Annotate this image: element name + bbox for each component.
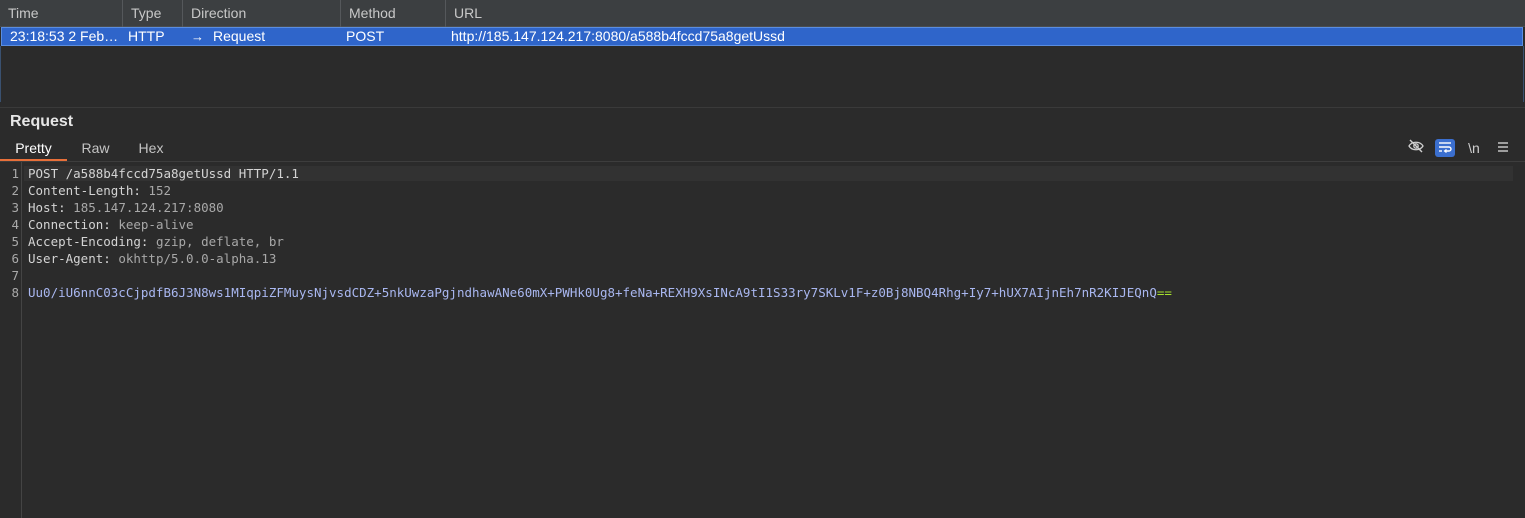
column-header-direction[interactable]: Direction: [183, 0, 341, 27]
column-header-time[interactable]: Time: [0, 0, 123, 27]
header-name: Connection:: [28, 217, 111, 232]
header-name: Content-Length:: [28, 183, 141, 198]
line-number: 4: [11, 217, 19, 232]
history-table: Time Type Direction Method URL 23:18:53 …: [0, 0, 1525, 103]
header-line: Content-Length: 152: [28, 183, 171, 198]
header-value: okhttp/5.0.0-alpha.13: [118, 251, 277, 266]
header-value: 152: [148, 183, 171, 198]
arrow-right-icon: →: [191, 29, 204, 44]
header-line: User-Agent: okhttp/5.0.0-alpha.13: [28, 251, 276, 266]
newline-toggle-button[interactable]: \n: [1464, 139, 1484, 157]
eye-off-icon[interactable]: [1406, 139, 1426, 157]
hamburger-menu-icon[interactable]: [1493, 139, 1513, 157]
tab-pretty[interactable]: Pretty: [0, 137, 67, 161]
header-name: Host:: [28, 200, 66, 215]
line-number: 7: [11, 268, 19, 283]
panel-splitter[interactable]: [0, 102, 1525, 108]
tab-hex[interactable]: Hex: [124, 137, 178, 161]
header-name: Accept-Encoding:: [28, 234, 149, 249]
header-value: keep-alive: [118, 217, 194, 232]
header-line: Accept-Encoding: gzip, deflate, br: [28, 234, 284, 249]
header-line: Host: 185.147.124.217:8080: [28, 200, 224, 215]
row-time: 23:18:53 2 Feb…: [10, 28, 119, 44]
wrap-lines-icon[interactable]: [1435, 139, 1455, 157]
body-line: Uu0/iU6nnC03cCjpdfB6J3N8ws1MIqpiZFMuysNj…: [28, 285, 1172, 300]
request-editor[interactable]: 1 2 3 4 5 6 7 8 POST /a588b4fccd75a8getU…: [0, 162, 1525, 518]
column-header-method[interactable]: Method: [341, 0, 446, 27]
column-header-url[interactable]: URL: [446, 0, 1525, 27]
row-method: POST: [346, 28, 385, 44]
line-number: 2: [11, 183, 19, 198]
row-type: HTTP: [128, 28, 165, 44]
view-tabs: Pretty Raw Hex: [0, 137, 1525, 161]
line-number: 5: [11, 234, 19, 249]
panel-title: Request: [10, 113, 74, 130]
header-value: 185.147.124.217:8080: [73, 200, 224, 215]
line-number-gutter: 1 2 3 4 5 6 7 8: [0, 162, 22, 518]
header-name: User-Agent:: [28, 251, 111, 266]
request-body: Uu0/iU6nnC03cCjpdfB6J3N8ws1MIqpiZFMuysNj…: [28, 285, 1157, 300]
line-number: 1: [11, 166, 19, 181]
header-value: gzip, deflate, br: [155, 234, 284, 249]
line-number: 6: [11, 251, 19, 266]
header-line: Connection: keep-alive: [28, 217, 194, 232]
tab-raw[interactable]: Raw: [67, 137, 124, 161]
table-header: Time Type Direction Method URL: [0, 0, 1525, 27]
table-empty-area: [0, 46, 1524, 102]
line-number: 3: [11, 200, 19, 215]
base64-padding: ==: [1156, 285, 1172, 300]
row-url: http://185.147.124.217:8080/a588b4fccd75…: [451, 28, 785, 44]
column-header-type[interactable]: Type: [123, 0, 183, 27]
request-line: POST /a588b4fccd75a8getUssd HTTP/1.1: [24, 166, 1513, 181]
table-row[interactable]: 23:18:53 2 Feb… HTTP → Request POST http…: [1, 27, 1523, 46]
line-number: 8: [11, 285, 19, 300]
row-direction: Request: [213, 28, 266, 44]
